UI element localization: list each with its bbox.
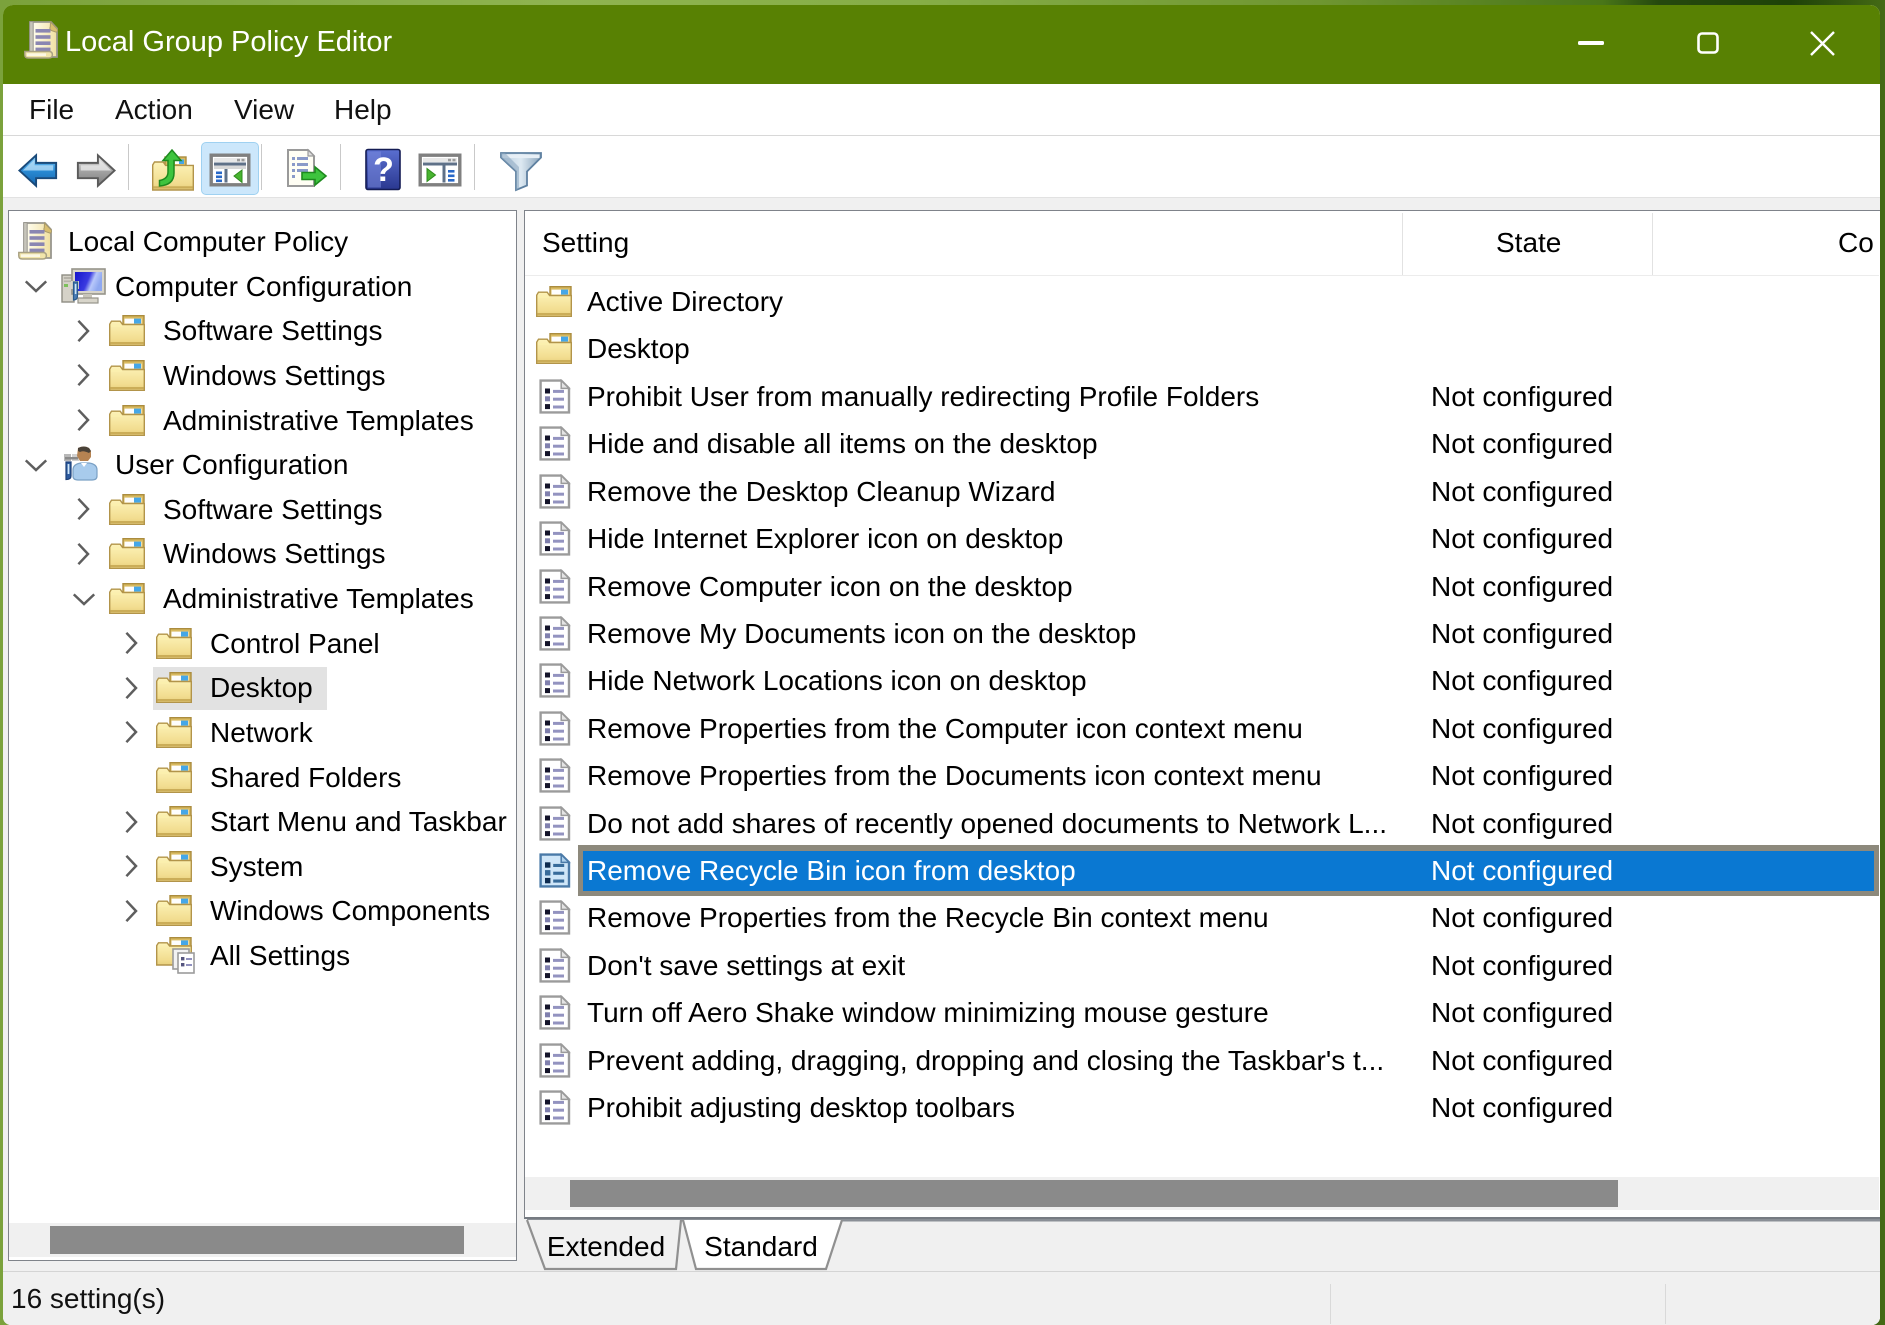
svg-text:Extended: Extended [547,1231,665,1262]
svg-text:Standard: Standard [704,1231,818,1262]
